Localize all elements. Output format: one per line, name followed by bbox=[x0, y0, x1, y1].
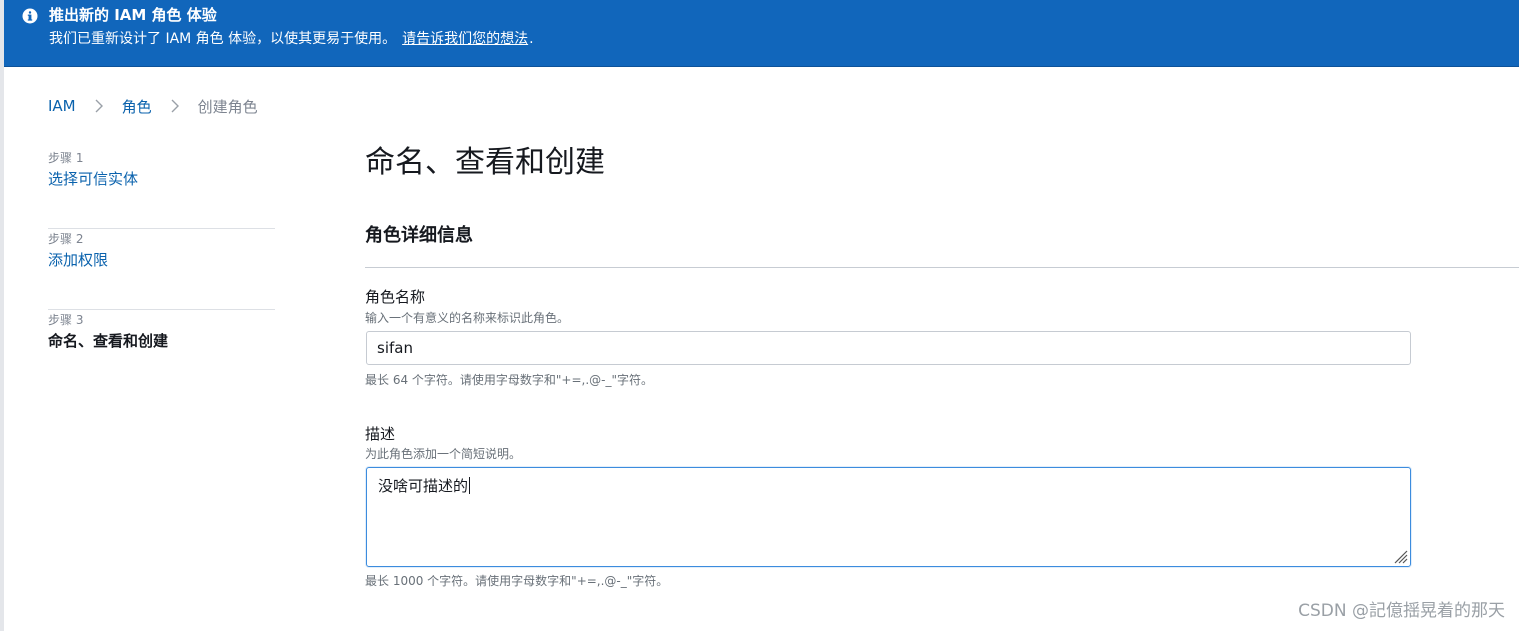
banner-title: 推出新的 IAM 角色 体验 bbox=[49, 6, 217, 24]
resize-handle-icon[interactable] bbox=[1392, 548, 1408, 564]
step-2: 步骤 2 添加权限 bbox=[48, 229, 275, 310]
step-3: 步骤 3 命名、查看和创建 bbox=[48, 310, 275, 391]
step-number: 步骤 3 bbox=[48, 313, 84, 327]
iam-create-role-page: 推出新的 IAM 角色 体验 我们已重新设计了 IAM 角色 体验，以使其更易于… bbox=[0, 0, 1519, 631]
breadcrumb: IAM 角色 创建角色 bbox=[48, 95, 258, 117]
description-textarea[interactable]: 没啥可描述的 bbox=[366, 467, 1411, 567]
breadcrumb-roles[interactable]: 角色 bbox=[122, 96, 152, 117]
description-hint: 为此角色添加一个简短说明。 bbox=[365, 447, 522, 461]
banner-text: 我们已重新设计了 IAM 角色 体验，以使其更易于使用。 请告诉我们您的想法. bbox=[49, 29, 534, 49]
description-label: 描述 bbox=[365, 425, 396, 443]
step-link-add-permissions[interactable]: 添加权限 bbox=[48, 249, 275, 271]
breadcrumb-iam[interactable]: IAM bbox=[48, 97, 76, 115]
description-text: 没啥可描述的 bbox=[378, 475, 471, 497]
section-title: 角色详细信息 bbox=[365, 225, 473, 246]
wizard-steps: 步骤 1 选择可信实体 步骤 2 添加权限 步骤 3 命名、查看和创建 bbox=[48, 148, 275, 391]
section-divider bbox=[365, 267, 1519, 268]
page-title: 命名、查看和创建 bbox=[365, 145, 605, 180]
info-icon bbox=[22, 8, 38, 24]
step-link-trusted-entity[interactable]: 选择可信实体 bbox=[48, 168, 275, 190]
watermark: CSDN @記億揺晃着的那天 bbox=[1298, 601, 1505, 621]
role-name-input[interactable] bbox=[366, 331, 1411, 365]
description-constraint: 最长 1000 个字符。请使用字母数字和"+=,.@-_"字符。 bbox=[365, 574, 669, 588]
text-caret bbox=[469, 477, 471, 494]
breadcrumb-current: 创建角色 bbox=[197, 97, 258, 116]
role-name-label: 角色名称 bbox=[365, 288, 426, 306]
step-number: 步骤 1 bbox=[48, 151, 84, 165]
feedback-link[interactable]: 请告诉我们您的想法 bbox=[402, 31, 528, 47]
banner-message: 我们已重新设计了 IAM 角色 体验，以使其更易于使用。 bbox=[49, 31, 397, 47]
chevron-right-icon bbox=[171, 99, 179, 113]
chevron-right-icon bbox=[95, 99, 103, 113]
info-banner: 推出新的 IAM 角色 体验 我们已重新设计了 IAM 角色 体验，以使其更易于… bbox=[4, 0, 1519, 67]
role-name-constraint: 最长 64 个字符。请使用字母数字和"+=,.@-_"字符。 bbox=[365, 373, 654, 387]
banner-text-end: . bbox=[529, 31, 534, 47]
step-1: 步骤 1 选择可信实体 bbox=[48, 148, 275, 229]
step-number: 步骤 2 bbox=[48, 232, 84, 246]
description-value: 没啥可描述的 bbox=[378, 477, 469, 495]
role-name-hint: 输入一个有意义的名称来标识此角色。 bbox=[365, 311, 570, 325]
step-current-title: 命名、查看和创建 bbox=[48, 332, 169, 350]
left-edge-strip bbox=[0, 0, 4, 631]
